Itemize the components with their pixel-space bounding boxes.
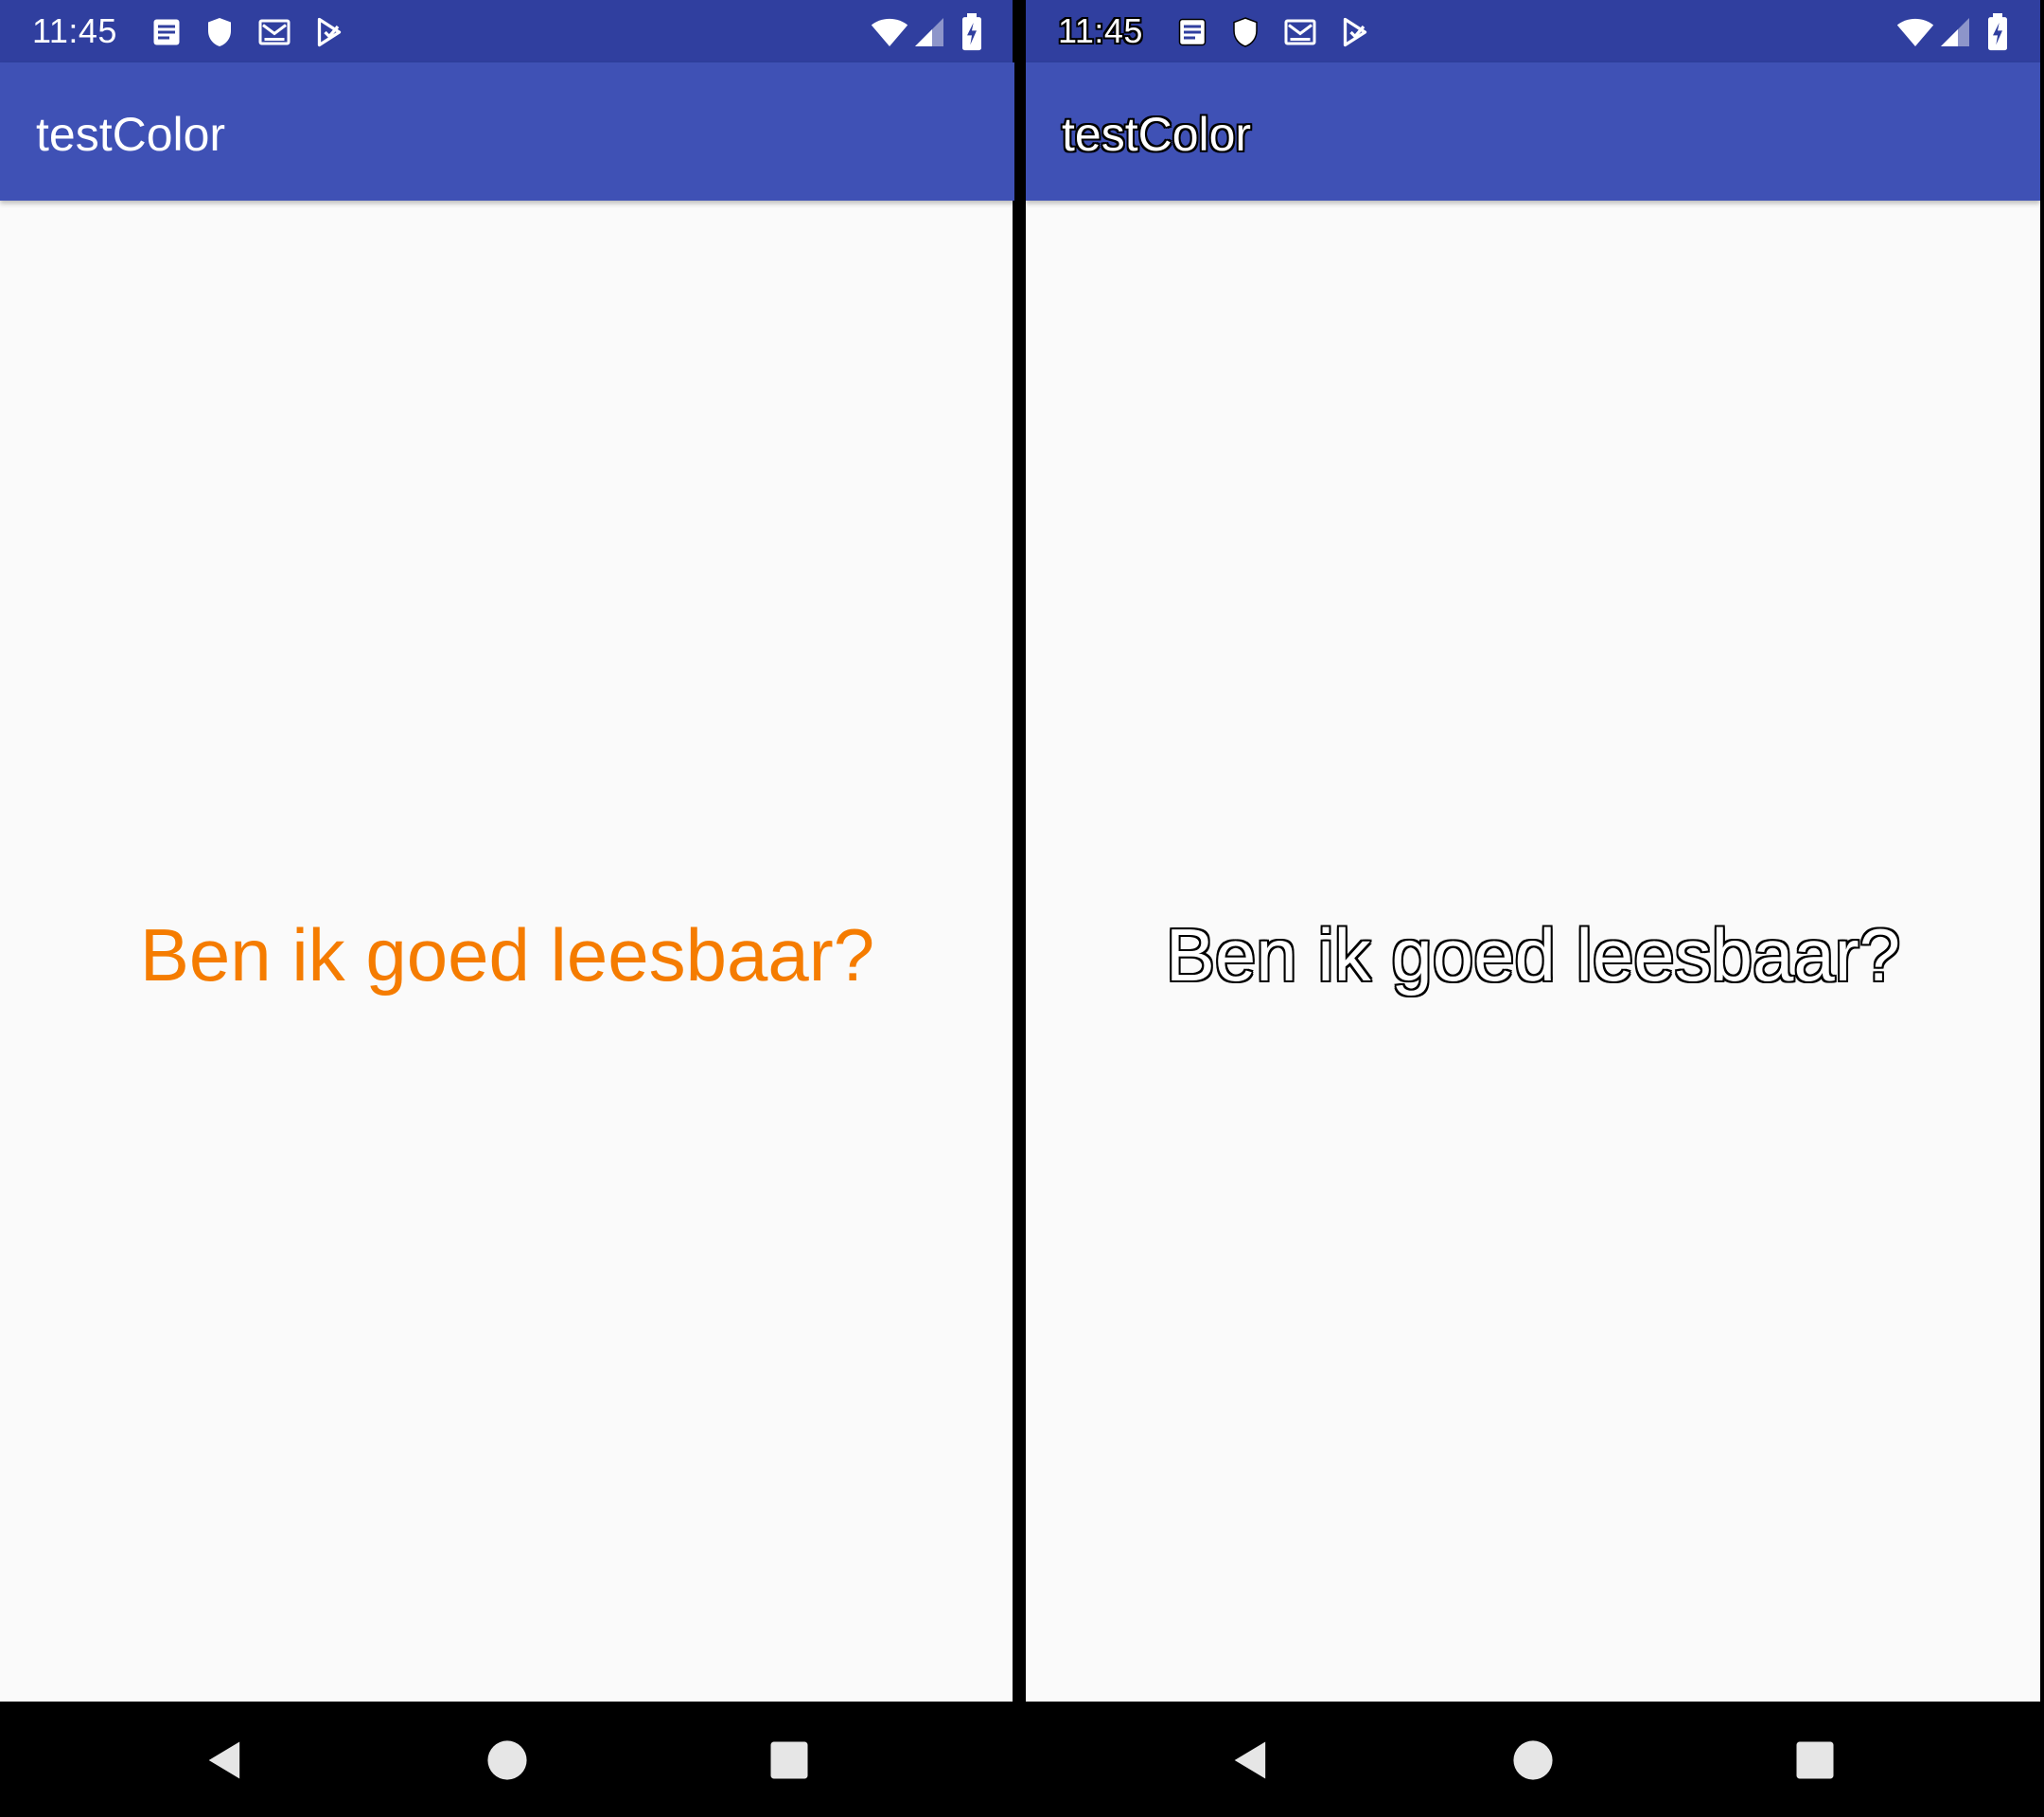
- status-bar: 11:45: [0, 0, 1014, 62]
- gmail-icon: [257, 15, 291, 49]
- battery-charging-icon: [1985, 13, 2010, 51]
- shield-icon: [203, 15, 237, 49]
- recents-icon[interactable]: [765, 1736, 814, 1785]
- shield-icon: [1228, 15, 1262, 49]
- cell-signal-icon: [912, 13, 946, 51]
- app-bar: testColor: [0, 62, 1014, 201]
- app-title: testColor: [36, 108, 226, 161]
- home-icon[interactable]: [483, 1736, 532, 1785]
- wifi-icon: [871, 13, 908, 51]
- home-icon[interactable]: [1508, 1736, 1558, 1785]
- center-divider: [1013, 0, 1022, 1817]
- main-content: Ben ik goed leesbaar?: [1026, 201, 2040, 1702]
- gmail-icon: [1283, 15, 1317, 49]
- notes-icon: [150, 15, 184, 49]
- play-store-icon: [312, 15, 346, 49]
- notes-icon: [1175, 15, 1209, 49]
- navigation-bar: [0, 1702, 1014, 1817]
- recents-icon[interactable]: [1790, 1736, 1840, 1785]
- back-icon[interactable]: [201, 1736, 250, 1785]
- cell-signal-icon: [1938, 13, 1972, 51]
- play-store-icon: [1338, 15, 1372, 49]
- wifi-icon: [1896, 13, 1934, 51]
- status-time: 11:45: [1057, 11, 1143, 51]
- back-icon[interactable]: [1226, 1736, 1276, 1785]
- status-time: 11:45: [32, 11, 117, 50]
- readability-text: Ben ik goed leesbaar?: [139, 913, 875, 997]
- status-bar: 11:45: [1026, 0, 2040, 62]
- right-phone-screen: 11:45 testColor Ben ik goed leesbaar?: [1026, 0, 2040, 1817]
- main-content: Ben ik goed leesbaar?: [0, 201, 1014, 1702]
- battery-charging-icon: [960, 13, 984, 51]
- app-bar: testColor: [1026, 62, 2040, 201]
- left-phone-screen: 11:45 testColor Ben ik goed leesbaar?: [0, 0, 1014, 1817]
- comparison-screenshot: 11:45 testColor Ben ik goed leesbaar? 11…: [0, 0, 2044, 1817]
- app-title: testColor: [1061, 107, 1252, 162]
- navigation-bar: [1026, 1702, 2040, 1817]
- readability-text: Ben ik goed leesbaar?: [1165, 912, 1901, 997]
